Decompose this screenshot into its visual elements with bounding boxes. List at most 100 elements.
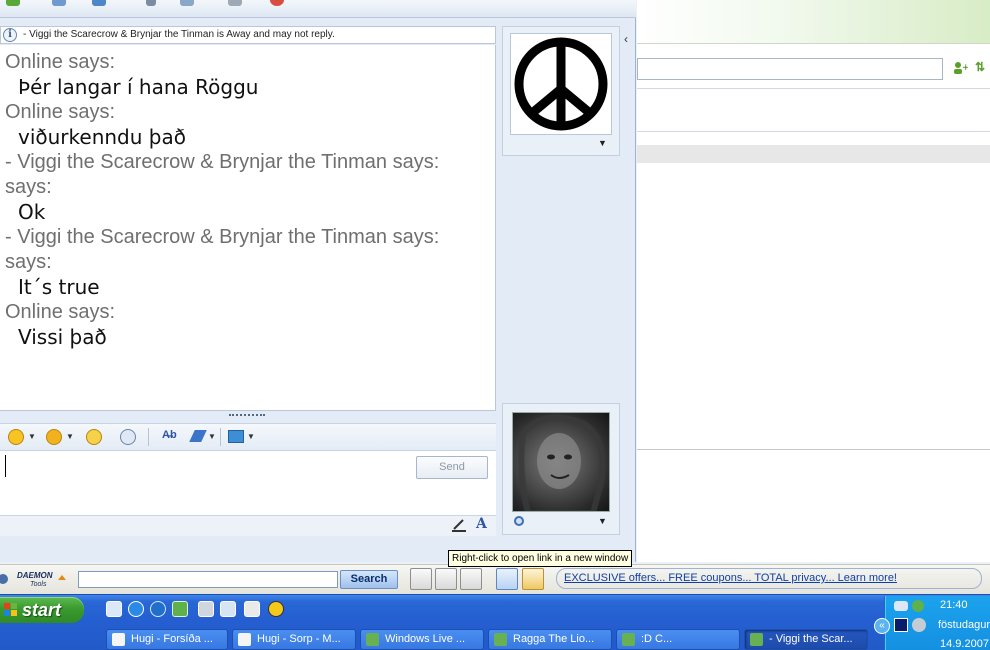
divider [637, 131, 990, 132]
self-display-picture[interactable] [512, 412, 610, 512]
voice-clip-icon[interactable] [120, 429, 136, 445]
network-icon[interactable] [894, 601, 908, 611]
svg-text:DAEMON: DAEMON [17, 571, 53, 580]
daemon-tools-logo[interactable]: DAEMON Tools [0, 569, 72, 589]
conversation-icon [622, 633, 635, 646]
emoticon-icon[interactable] [8, 429, 24, 445]
news-icon[interactable] [496, 568, 518, 590]
away-notice-text: - Viggi the Scarecrow & Brynjar the Tinm… [23, 29, 335, 40]
chat-top-toolbar [0, 0, 636, 18]
chevron-down-icon[interactable]: ▼ [598, 516, 607, 526]
taskbar-item[interactable]: Hugi - Sorp - M... [232, 629, 356, 650]
chevron-down-icon[interactable]: ▼ [28, 432, 36, 441]
contact-group-header[interactable] [637, 145, 990, 163]
show-desktop-icon[interactable] [106, 601, 122, 617]
clock-day: föstudagur [938, 619, 990, 631]
internet-explorer-icon[interactable] [128, 601, 144, 617]
taskbar-item[interactable]: Hugi - Forsíða ... [106, 629, 228, 650]
browser-icon [238, 633, 251, 646]
emoticon-toolbar: ▼ ▼ A̶b ▼ ▼ [0, 423, 496, 449]
taskbar-item-label: :D C... [641, 633, 673, 645]
taskbar-item[interactable]: :D C... [616, 629, 740, 650]
messenger-icon[interactable] [172, 601, 188, 617]
image-catalog-icon[interactable] [460, 568, 482, 590]
daemon-tray-icon[interactable] [894, 618, 908, 632]
search-button[interactable]: Search [340, 570, 398, 589]
toolbar-separator [220, 428, 221, 446]
volume-icon[interactable] [912, 618, 926, 632]
contact-display-picture[interactable] [510, 33, 612, 135]
taskbar-item-active[interactable]: - Viggi the Scar... [744, 629, 868, 650]
clock-time[interactable]: 21:40 [940, 599, 990, 611]
background-messenger-window [637, 0, 990, 562]
taskbar-item-label: Hugi - Forsíða ... [131, 633, 213, 645]
chevron-down-icon[interactable]: ▼ [66, 432, 74, 441]
message-sender: Online says: [5, 51, 116, 73]
sort-contacts-icon[interactable]: ⇅ [975, 60, 985, 74]
call-icon[interactable] [146, 0, 156, 6]
message-text: It´s true [18, 275, 100, 299]
portrait-image [518, 414, 606, 511]
invite-icon[interactable] [6, 0, 20, 6]
games-icon[interactable] [228, 0, 242, 6]
send-files-icon[interactable] [52, 0, 66, 6]
contact-search-input[interactable] [637, 58, 943, 80]
drive-settings-icon[interactable] [435, 568, 457, 590]
add-contact-icon[interactable]: + [952, 61, 970, 75]
text-cursor [5, 455, 6, 477]
webcam-icon[interactable] [92, 0, 106, 6]
mount-image-icon[interactable] [410, 568, 432, 590]
taskbar-item-label: Ragga The Lio... [513, 633, 595, 645]
svg-text:+: + [962, 63, 968, 73]
divider [637, 449, 990, 450]
brush-icon[interactable] [189, 430, 207, 442]
conversation-icon [750, 633, 763, 646]
media-player-icon[interactable] [150, 601, 166, 617]
message-sender-continued: says: [5, 251, 52, 273]
messenger-icon [366, 633, 379, 646]
activities-icon[interactable] [180, 0, 194, 6]
taskbar-item-label: - Viggi the Scar... [769, 633, 853, 645]
mail-icon[interactable] [220, 601, 236, 617]
send-button[interactable]: Send [416, 456, 488, 479]
message-sender: Online says: [5, 301, 116, 323]
chevron-down-icon[interactable]: ▼ [598, 138, 607, 148]
message-text: Ok [18, 200, 46, 224]
console-icon[interactable] [244, 601, 260, 617]
divider [637, 88, 990, 89]
font-style-icon[interactable]: A̶b [162, 429, 177, 441]
help-icon[interactable] [522, 568, 544, 590]
message-text: viðurkenndu það [18, 125, 186, 149]
windows-logo-icon [4, 603, 18, 617]
pane-splitter-handle[interactable] [229, 414, 265, 417]
radiation-icon[interactable] [268, 601, 284, 617]
chevron-left-icon[interactable]: « [874, 618, 890, 634]
chevron-down-icon[interactable]: ▼ [247, 432, 255, 441]
taskbar-item[interactable]: Ragga The Lio... [488, 629, 612, 650]
daemon-search-input[interactable] [78, 571, 338, 588]
messenger-status-icon[interactable] [912, 600, 924, 612]
handwriting-pen-icon[interactable] [452, 518, 466, 532]
font-icon[interactable]: A [476, 516, 487, 532]
message-text: Þér langar í hana Röggu [18, 75, 259, 99]
background-icon[interactable] [228, 430, 244, 443]
taskbar-item[interactable]: Windows Live ... [360, 629, 484, 650]
conversation-pane[interactable]: Online says: Þér langar í hana Röggu Onl… [0, 45, 496, 411]
message-sender: - Viggi the Scarecrow & Brynjar the Tinm… [5, 151, 440, 173]
chevron-down-icon[interactable]: ▼ [208, 432, 216, 441]
browser-icon [112, 633, 125, 646]
wink-icon[interactable] [46, 429, 62, 445]
message-sender-continued: says: [5, 176, 52, 198]
nudge-icon[interactable] [86, 429, 102, 445]
toolbar-separator [148, 428, 149, 446]
chevron-left-icon[interactable]: ‹ [624, 32, 628, 46]
calculator-icon[interactable] [198, 601, 214, 617]
offers-link[interactable]: EXCLUSIVE offers... FREE coupons... TOTA… [564, 572, 897, 584]
format-bar [0, 516, 496, 536]
webcam-icon[interactable] [514, 516, 524, 526]
link-tooltip: Right-click to open link in a new window [448, 550, 633, 567]
block-icon[interactable] [270, 0, 284, 6]
taskbar-item-label: Hugi - Sorp - M... [257, 633, 341, 645]
clock-date: 14.9.2007 [940, 638, 989, 650]
message-sender: Online says: [5, 101, 116, 123]
